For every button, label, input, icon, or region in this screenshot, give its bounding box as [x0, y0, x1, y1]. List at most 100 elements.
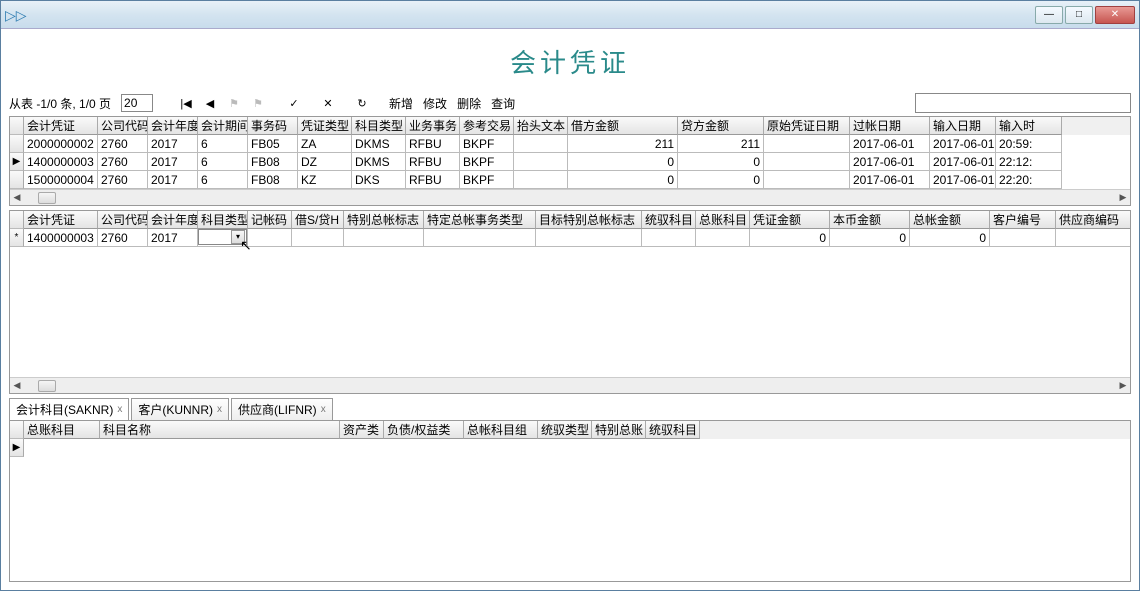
column-header[interactable]: 会计凭证 [24, 117, 98, 135]
cell[interactable] [764, 171, 850, 189]
scroll-thumb[interactable] [38, 192, 56, 204]
column-header[interactable]: 抬头文本 [514, 117, 568, 135]
cell[interactable]: 20:59: [996, 135, 1062, 153]
cell[interactable] [536, 229, 642, 247]
column-header[interactable]: 统驭科目 [642, 211, 696, 229]
cell[interactable]: 2017-06-01 [850, 153, 930, 171]
cell[interactable]: 0 [568, 171, 678, 189]
column-header[interactable]: 统驭类型 [538, 421, 592, 439]
query-button[interactable]: 查询 [489, 95, 517, 112]
cell[interactable]: KZ [298, 171, 352, 189]
first-page-button[interactable]: |◀ [177, 95, 195, 111]
cell[interactable] [764, 153, 850, 171]
column-header[interactable]: 特别总帐标志 [344, 211, 424, 229]
edit-button[interactable]: 修改 [421, 95, 449, 112]
cell[interactable]: 22:12: [996, 153, 1062, 171]
column-header[interactable]: 贷方金额 [678, 117, 764, 135]
cell[interactable]: DKMS [352, 153, 406, 171]
column-header[interactable]: 科目类型 [352, 117, 406, 135]
tab-会计科目(SAKNR)[interactable]: 会计科目(SAKNR)x [9, 398, 129, 420]
cell[interactable]: RFBU [406, 135, 460, 153]
column-header[interactable]: 借方金额 [568, 117, 678, 135]
column-header[interactable]: 客户编号 [990, 211, 1056, 229]
column-header[interactable]: 公司代码 [98, 211, 148, 229]
row-handle[interactable]: ▶ [10, 153, 24, 171]
column-header[interactable]: 业务事务 [406, 117, 460, 135]
cell[interactable]: 0 [678, 153, 764, 171]
close-icon[interactable]: x [217, 404, 222, 415]
scroll-right-icon[interactable]: ▶ [1116, 379, 1130, 393]
add-button[interactable]: 新增 [387, 95, 415, 112]
column-header[interactable]: 本币金额 [830, 211, 910, 229]
scroll-right-icon[interactable]: ▶ [1116, 191, 1130, 205]
cell[interactable]: 211 [678, 135, 764, 153]
account-type-dropdown[interactable]: ▾ [198, 229, 247, 245]
cell[interactable]: 22:20: [996, 171, 1062, 189]
cell[interactable]: 2017-06-01 [850, 171, 930, 189]
cell[interactable]: BKPF [460, 171, 514, 189]
cell[interactable] [514, 171, 568, 189]
cell[interactable]: 6 [198, 135, 248, 153]
column-header[interactable]: 会计年度 [148, 117, 198, 135]
prev-page-button[interactable]: ◀ [201, 95, 219, 111]
row-handle[interactable] [10, 171, 24, 189]
column-header[interactable]: 参考交易 [460, 117, 514, 135]
cell[interactable] [642, 229, 696, 247]
cell[interactable]: 0 [568, 153, 678, 171]
cell[interactable] [292, 229, 344, 247]
grid2-hscroll[interactable]: ◀ ▶ [10, 377, 1130, 393]
row-handle[interactable]: ▶ [10, 439, 24, 457]
table-row[interactable]: ▶1400000003276020176FB08DZDKMSRFBUBKPF00… [10, 153, 1130, 171]
cell[interactable]: 0 [910, 229, 990, 247]
cell[interactable]: 1400000003 [24, 229, 98, 247]
cell[interactable]: 2000000002 [24, 135, 98, 153]
cell[interactable] [514, 135, 568, 153]
cell[interactable] [1056, 229, 1130, 247]
cell[interactable] [764, 135, 850, 153]
column-header[interactable]: 科目名称 [100, 421, 340, 439]
cell[interactable]: RFBU [406, 153, 460, 171]
column-header[interactable]: 输入时 [996, 117, 1062, 135]
tab-客户(KUNNR)[interactable]: 客户(KUNNR)x [131, 398, 229, 420]
column-header[interactable]: 事务码 [248, 117, 298, 135]
cell[interactable]: BKPF [460, 153, 514, 171]
cell[interactable] [514, 153, 568, 171]
minimize-button[interactable]: — [1035, 6, 1063, 24]
cell[interactable] [990, 229, 1056, 247]
cell[interactable]: 2017 [148, 135, 198, 153]
cell[interactable]: 2017-06-01 [930, 153, 996, 171]
cell[interactable]: FB08 [248, 171, 298, 189]
cancel-button[interactable]: ✕ [319, 95, 337, 111]
cell[interactable]: DZ [298, 153, 352, 171]
row-handle[interactable]: * [10, 229, 24, 247]
page-size-input[interactable] [121, 94, 153, 112]
column-header[interactable]: 总帐科目组 [464, 421, 538, 439]
column-header[interactable]: 资产类 [340, 421, 384, 439]
cell[interactable]: 2760 [98, 229, 148, 247]
cell[interactable]: ▾ [198, 229, 248, 247]
cell[interactable]: 2017 [148, 171, 198, 189]
cell[interactable]: 2017 [148, 153, 198, 171]
column-header[interactable]: 凭证金额 [750, 211, 830, 229]
cell[interactable]: 6 [198, 171, 248, 189]
column-header[interactable]: 原始凭证日期 [764, 117, 850, 135]
column-header[interactable]: 凭证类型 [298, 117, 352, 135]
search-input[interactable] [915, 93, 1131, 113]
cell[interactable]: 1400000003 [24, 153, 98, 171]
column-header[interactable]: 总账科目 [696, 211, 750, 229]
cell[interactable]: 2017-06-01 [930, 135, 996, 153]
cell[interactable]: 6 [198, 153, 248, 171]
cell[interactable]: 2760 [98, 171, 148, 189]
column-header[interactable]: 借S/贷H [292, 211, 344, 229]
column-header[interactable]: 供应商编码 [1056, 211, 1131, 229]
cell[interactable]: 2017-06-01 [850, 135, 930, 153]
cell[interactable]: 2017 [148, 229, 198, 247]
cell[interactable]: 0 [678, 171, 764, 189]
close-icon[interactable]: x [321, 404, 326, 415]
cell[interactable] [344, 229, 424, 247]
cell[interactable]: DKMS [352, 135, 406, 153]
table-row[interactable]: 1500000004276020176FB08KZDKSRFBUBKPF0020… [10, 171, 1130, 189]
scroll-left-icon[interactable]: ◀ [10, 379, 24, 393]
column-header[interactable]: 负债/权益类 [384, 421, 464, 439]
cell[interactable] [696, 229, 750, 247]
